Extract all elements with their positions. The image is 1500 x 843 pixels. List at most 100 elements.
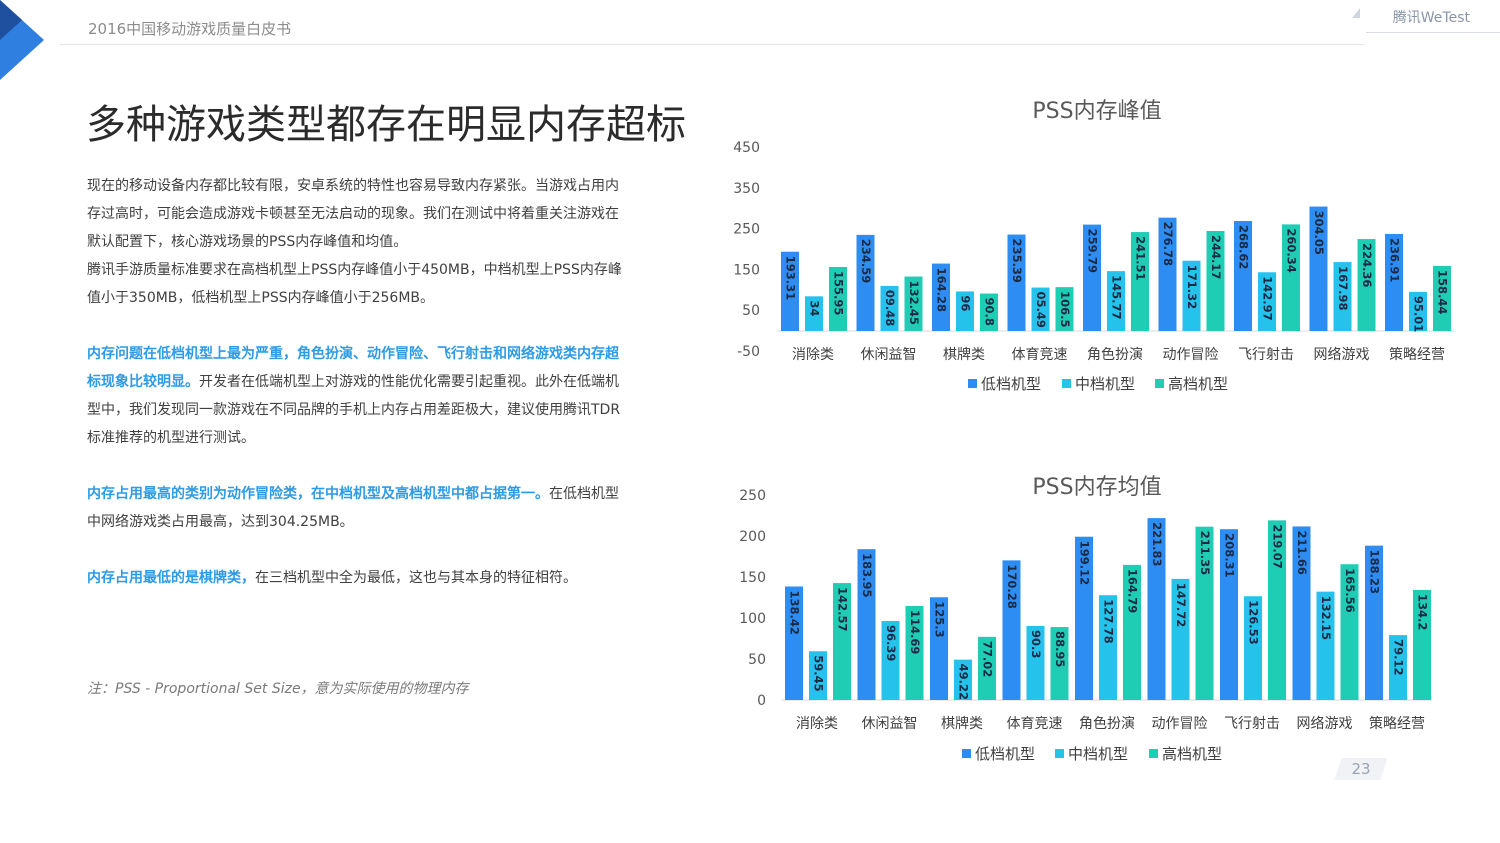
- category-label: 体育竞速: [1012, 346, 1068, 363]
- y-tick-label: 50: [742, 303, 760, 319]
- category-label: 角色扮演: [1087, 346, 1143, 363]
- data-label: 127.78: [1102, 599, 1116, 643]
- data-label: 147.72: [1174, 583, 1188, 627]
- data-label: 234.59: [859, 239, 873, 283]
- data-label: 59.45: [812, 655, 826, 691]
- y-tick-label: 0: [757, 693, 766, 709]
- category-label: 网络游戏: [1297, 716, 1353, 732]
- data-label: 170.28: [1005, 564, 1019, 608]
- data-label: 259.79: [1086, 229, 1100, 273]
- category-label: 棋牌类: [943, 346, 985, 363]
- data-label: 96: [959, 295, 973, 311]
- charts-canvas: PSS内存峰值 450 350 250 150 50 -50 193.31 34 155.95 消除…: [733, 99, 1455, 763]
- data-label: 171.32: [1185, 265, 1199, 309]
- data-label: 138.42: [788, 590, 802, 634]
- data-label: 183.95: [860, 553, 874, 597]
- legend-label: 高档机型: [1162, 745, 1222, 763]
- data-label: 125.3: [933, 601, 947, 637]
- data-label: 164.28: [935, 268, 949, 312]
- legend-label: 中档机型: [1068, 745, 1128, 763]
- data-label: 142.57: [836, 587, 850, 631]
- y-tick-label: 350: [733, 181, 760, 197]
- data-label: 236.91: [1388, 238, 1402, 282]
- data-label: 90.3: [1029, 630, 1043, 658]
- data-label: 145.77: [1110, 275, 1124, 319]
- data-label: 132.15: [1319, 596, 1333, 640]
- data-label: 235.39: [1010, 239, 1024, 283]
- data-label: 158.44: [1436, 270, 1450, 314]
- y-tick-label: 200: [739, 529, 766, 545]
- data-label: 96.39: [884, 625, 898, 661]
- legend-swatch: [1062, 379, 1071, 388]
- category-label: 体育竞速: [1007, 715, 1063, 732]
- legend-label: 低档机型: [975, 745, 1035, 763]
- y-tick-label: 100: [739, 611, 766, 627]
- data-label: 211.66: [1295, 530, 1309, 574]
- data-label: 155.95: [832, 271, 846, 315]
- legend-swatch: [1149, 749, 1158, 758]
- y-tick-label: 250: [733, 222, 760, 238]
- data-label: 193.31: [784, 256, 798, 300]
- data-label: 132.45: [907, 281, 921, 325]
- category-label: 网络游戏: [1314, 347, 1370, 363]
- category-label: 消除类: [792, 347, 834, 363]
- data-label: 241.51: [1134, 236, 1148, 280]
- category-label: 棋牌类: [941, 715, 983, 732]
- data-label: 268.62: [1237, 225, 1251, 269]
- y-tick-label: 150: [733, 262, 760, 278]
- data-label: 219.07: [1271, 524, 1285, 568]
- category-label: 动作冒险: [1152, 716, 1208, 732]
- page-number: 23: [1351, 760, 1371, 778]
- data-label: 244.17: [1209, 235, 1223, 279]
- data-label: 95.01: [1412, 296, 1426, 332]
- data-label: 199.12: [1078, 541, 1092, 585]
- legend-swatch: [962, 749, 971, 758]
- data-label: 260.34: [1285, 228, 1299, 272]
- data-label: 188.23: [1368, 550, 1382, 594]
- data-label: 77.02: [981, 641, 995, 677]
- y-tick-label: 250: [739, 488, 766, 504]
- legend-swatch: [1155, 379, 1164, 388]
- data-label: 165.56: [1343, 568, 1357, 612]
- legend-swatch: [1055, 749, 1064, 758]
- category-label: 动作冒险: [1163, 347, 1219, 363]
- chart-title: PSS内存峰值: [1032, 99, 1161, 124]
- data-label: 79.12: [1392, 639, 1406, 675]
- category-label: 角色扮演: [1079, 715, 1135, 732]
- category-label: 飞行射击: [1238, 347, 1294, 363]
- data-label: 106.5: [1058, 291, 1072, 327]
- data-label: 05.49: [1034, 292, 1048, 328]
- legend-swatch: [968, 379, 977, 388]
- data-label: 90.8: [983, 298, 997, 326]
- category-label: 策略经营: [1369, 715, 1425, 732]
- data-label: 208.31: [1223, 533, 1237, 577]
- category-label: 飞行射击: [1224, 716, 1280, 732]
- data-label: 134.2: [1416, 594, 1430, 630]
- y-tick-label: 50: [748, 652, 766, 668]
- legend-label: 中档机型: [1075, 375, 1135, 393]
- data-label: 114.69: [908, 610, 922, 654]
- data-label: 49.22: [957, 664, 971, 700]
- data-label: 167.98: [1336, 266, 1350, 310]
- data-label: 276.78: [1161, 222, 1175, 266]
- category-label: 策略经营: [1389, 346, 1445, 363]
- data-label: 164.79: [1126, 569, 1140, 613]
- legend-label: 低档机型: [981, 375, 1041, 393]
- data-label: 34: [808, 300, 822, 316]
- data-label: 142.97: [1261, 276, 1275, 320]
- category-label: 消除类: [796, 716, 838, 732]
- y-tick-label: 150: [739, 570, 766, 586]
- data-label: 211.35: [1198, 531, 1212, 575]
- data-label: 88.95: [1053, 631, 1067, 667]
- data-label: 126.53: [1247, 600, 1261, 644]
- category-label: 休闲益智: [861, 347, 917, 363]
- legend-label: 高档机型: [1168, 375, 1228, 393]
- y-tick-label: 450: [733, 140, 760, 156]
- category-label: 休闲益智: [862, 716, 918, 732]
- chart-title: PSS内存均值: [1032, 475, 1161, 500]
- data-label: 221.83: [1150, 522, 1164, 566]
- data-label: 224.36: [1360, 243, 1374, 287]
- data-label: 09.48: [883, 290, 897, 326]
- data-label: 304.05: [1312, 211, 1326, 255]
- y-tick-label: -50: [737, 344, 760, 360]
